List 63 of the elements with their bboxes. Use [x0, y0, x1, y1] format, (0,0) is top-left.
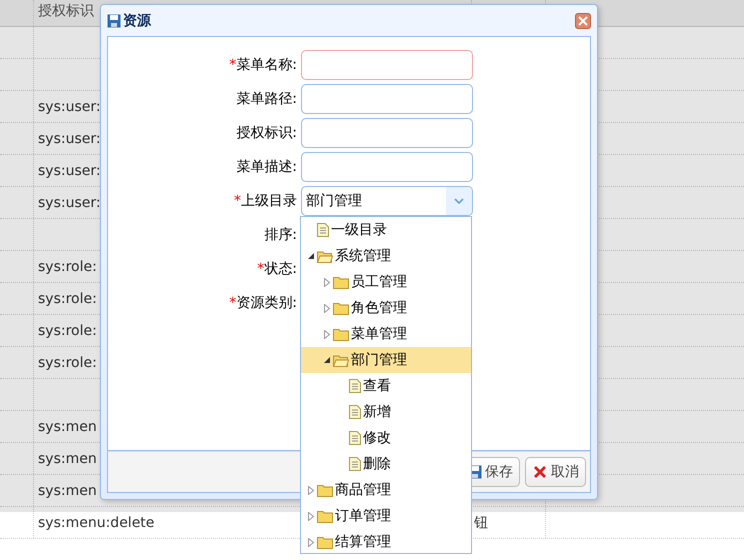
collapsed-triangle-icon[interactable]: [308, 538, 314, 546]
table-cell: sys:menu:delete: [38, 514, 154, 530]
field-label: 排序:: [263, 226, 297, 244]
close-button[interactable]: [575, 12, 591, 28]
chevron-down-icon[interactable]: [454, 198, 464, 204]
open-folder-icon: [333, 354, 349, 366]
tree-node[interactable]: 一级目录: [301, 217, 471, 243]
text-field[interactable]: [301, 84, 473, 114]
table-cell: sys:men: [38, 418, 97, 434]
file-icon: [317, 223, 329, 237]
tree-node[interactable]: 结算管理: [301, 529, 471, 555]
open-folder-icon: [317, 250, 333, 262]
file-icon: [349, 379, 361, 393]
text-field[interactable]: [301, 152, 473, 182]
folder-icon: [317, 484, 333, 496]
table-cell: sys:role:: [38, 290, 97, 306]
field-label: *菜单名称:: [228, 56, 297, 74]
table-cell: sys:role:: [38, 258, 97, 274]
file-icon: [349, 457, 361, 471]
table-cell: sys:user:: [38, 162, 101, 178]
table-cell: 钮: [474, 514, 488, 532]
field-label: 菜单描述:: [235, 158, 297, 176]
text-field[interactable]: [301, 118, 473, 148]
file-icon: [349, 405, 361, 419]
table-cell: sys:role:: [38, 354, 97, 370]
collapsed-triangle-icon[interactable]: [324, 304, 330, 312]
field-label: 授权标识:: [235, 124, 297, 142]
expanded-triangle-icon[interactable]: [308, 253, 314, 259]
tree-node[interactable]: 菜单管理: [301, 321, 471, 347]
collapsed-triangle-icon[interactable]: [324, 330, 330, 338]
tree-node[interactable]: 员工管理: [301, 269, 471, 295]
combo-field[interactable]: 部门管理: [301, 186, 473, 216]
cross-icon: [532, 464, 548, 480]
folder-icon: [317, 510, 333, 522]
table-cell: sys:role:: [38, 322, 97, 338]
file-icon: [349, 431, 361, 445]
text-field[interactable]: [301, 50, 473, 80]
folder-icon: [333, 302, 349, 314]
tree-node[interactable]: 修改: [301, 425, 471, 451]
tree-node[interactable]: 订单管理: [301, 503, 471, 529]
cancel-button[interactable]: 取消: [525, 457, 586, 487]
table-cell: sys:user:: [38, 130, 101, 146]
folder-icon: [333, 276, 349, 288]
table-cell: sys:men: [38, 482, 97, 498]
field-label: 菜单路径:: [235, 90, 297, 108]
field-label: *状态:: [256, 260, 297, 278]
field-label: *上级目录: [233, 192, 297, 210]
table-cell: sys:men: [38, 450, 97, 466]
tree-node[interactable]: 新增: [301, 399, 471, 425]
collapsed-triangle-icon[interactable]: [308, 512, 314, 520]
folder-icon: [333, 328, 349, 340]
collapsed-triangle-icon[interactable]: [324, 278, 330, 286]
collapsed-triangle-icon[interactable]: [308, 486, 314, 494]
tree-node[interactable]: 系统管理: [301, 243, 471, 269]
table-cell: sys:user:: [38, 194, 101, 210]
folder-icon: [317, 536, 333, 548]
expanded-triangle-icon[interactable]: [324, 357, 330, 363]
field-label: *资源类别:: [228, 294, 297, 312]
floppy-icon: [107, 14, 121, 28]
tree-node[interactable]: 查看: [301, 373, 471, 399]
tree-node[interactable]: 部门管理: [301, 347, 471, 373]
tree-node[interactable]: 角色管理: [301, 295, 471, 321]
table-cell: sys:user:: [38, 98, 101, 114]
